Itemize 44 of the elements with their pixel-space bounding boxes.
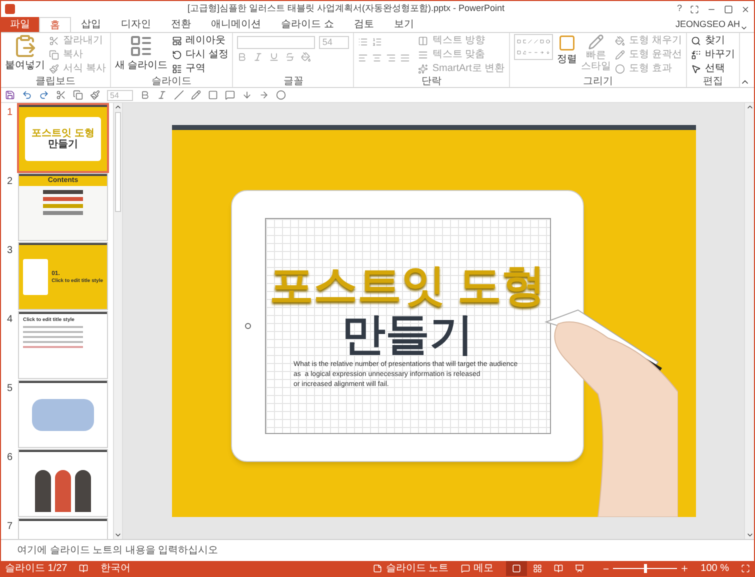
slide-thumbnail[interactable]: 포스트잇 도형 만들기	[19, 105, 107, 171]
ribbon-tab[interactable]: 홈	[39, 17, 71, 32]
slide-number: 1	[7, 106, 14, 120]
group-label: 글꼴	[282, 76, 304, 87]
group-label: 단락	[420, 76, 442, 87]
language-label[interactable]: 한국어	[100, 561, 130, 576]
ribbon-button[interactable]: 찾기	[691, 34, 735, 48]
thumbnail-title: 포스트잇 도형	[32, 128, 94, 139]
slide-number: 6	[7, 451, 14, 465]
slide-number: 7	[7, 520, 14, 534]
slide-number: 2	[7, 175, 14, 189]
ribbon-tab[interactable]: 검토	[344, 17, 384, 32]
ribbon-button[interactable]: 바꾸기	[691, 48, 735, 62]
ribbon-tab[interactable]: 애니메이션	[201, 17, 271, 32]
window-title: [고급형]심플한 일러스트 태블릿 사업계획서(자동완성형포함).pptx - PowerPoint	[186, 2, 506, 16]
user-name[interactable]: JEONGSEO AH	[675, 18, 740, 32]
zoom-level[interactable]: 100 %	[700, 561, 729, 576]
group-label: 그리기	[582, 76, 614, 87]
slide-number: 4	[7, 313, 14, 327]
slide-title: 포스트잇 도형	[269, 262, 546, 310]
slide-number: 3	[7, 244, 14, 258]
ribbon-tab[interactable]: 디자인	[111, 17, 161, 32]
paste-button[interactable]: 붙여넣기	[5, 34, 45, 73]
slide-counter: 슬라이드 1/27	[5, 562, 68, 576]
slide-number: 5	[7, 382, 14, 396]
group-label: 편집	[702, 76, 724, 87]
ribbon-button[interactable]: 선택	[691, 62, 735, 76]
arrange-button[interactable]: 정렬	[557, 34, 578, 67]
ribbon-tab[interactable]: 슬라이드 쇼	[271, 17, 344, 32]
file-tab[interactable]: 파일	[1, 17, 39, 32]
ribbon-tab[interactable]: 보기	[384, 17, 424, 32]
help-button[interactable]: ?	[676, 2, 682, 16]
ribbon-button[interactable]: 구역	[172, 62, 228, 76]
thumbnail-subtitle: 만들기	[48, 139, 78, 150]
ribbon-button[interactable]: 다시 설정	[172, 48, 228, 62]
notes-button[interactable]: 슬라이드 노트	[372, 561, 449, 576]
group-label: 클립보드	[34, 76, 76, 87]
ribbon-tab[interactable]: 삽입	[71, 17, 111, 32]
group-label: 슬라이드	[150, 76, 193, 87]
comments-button[interactable]: 메모	[460, 561, 494, 576]
ribbon-tab[interactable]: 전환	[161, 17, 201, 32]
ribbon-button[interactable]: 레이아웃	[172, 34, 228, 48]
slide-subtitle: 만들기	[342, 310, 474, 360]
new-slide-button[interactable]: 새 슬라이드	[114, 34, 168, 73]
